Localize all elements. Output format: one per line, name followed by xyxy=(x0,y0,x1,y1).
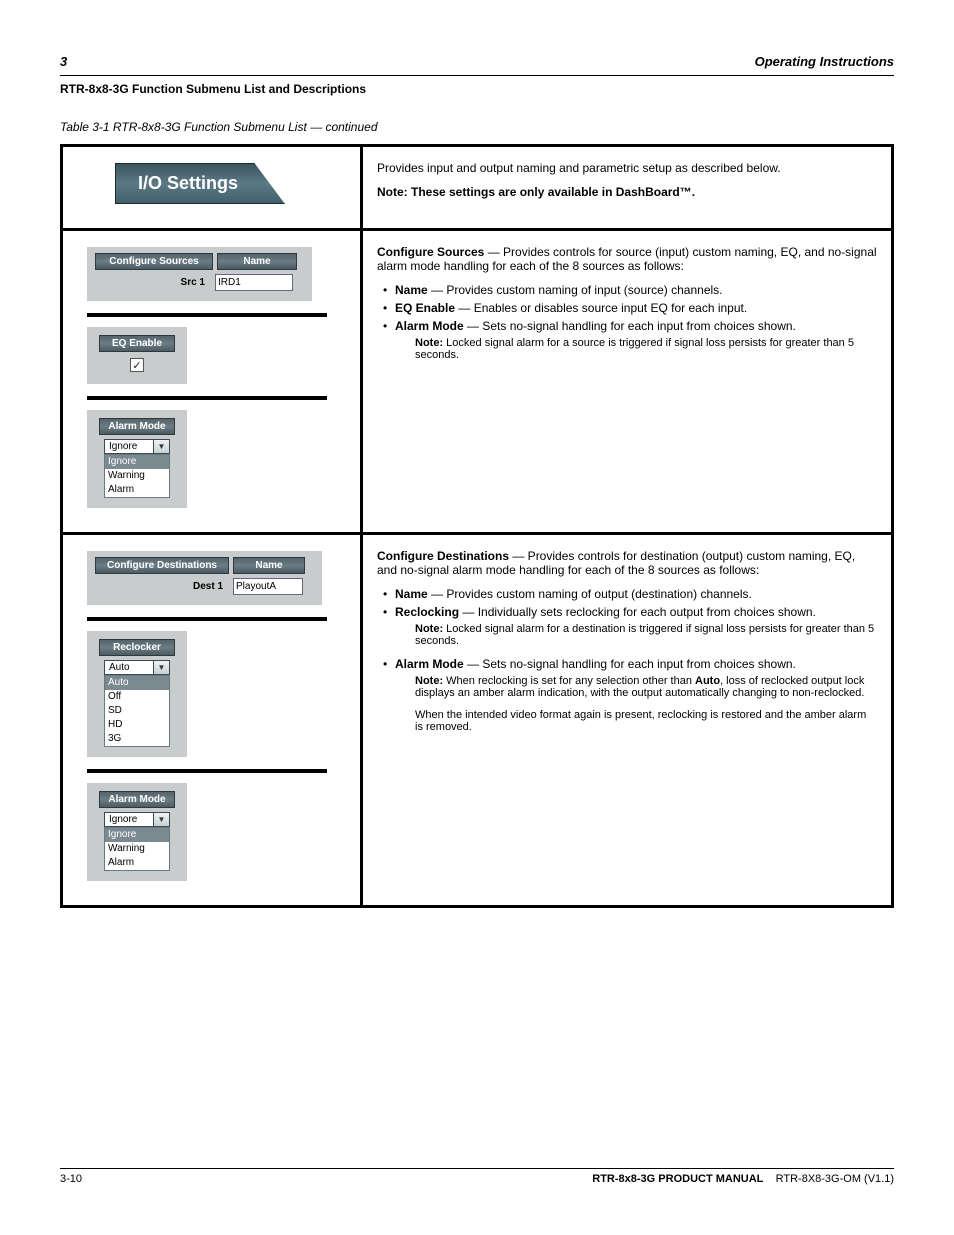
alarm-opt-ignore[interactable]: Ignore xyxy=(105,455,169,469)
separator xyxy=(87,769,327,773)
eq-enable-checkbox[interactable]: ✓ xyxy=(130,358,144,372)
io-desc-intro: Provides input and output naming and par… xyxy=(377,161,877,175)
cell-io-button: I/O Settings xyxy=(62,146,362,230)
reclocker-opt-sd[interactable]: SD xyxy=(105,704,169,718)
alarm-mode-src-dropdown[interactable]: Ignore ▼ xyxy=(104,439,170,454)
dest1-label: Dest 1 xyxy=(95,581,233,592)
dest-head: Configure Destinations xyxy=(377,549,509,563)
note-dest2: Note: When reclocking is set for any sel… xyxy=(415,675,877,699)
footer-pagenum: 3-10 xyxy=(60,1173,82,1185)
alarm-mode-src-options: Ignore Warning Alarm xyxy=(104,454,170,498)
alarm-dest-opt-ignore[interactable]: Ignore xyxy=(105,828,169,842)
separator xyxy=(87,617,327,621)
io-settings-button[interactable]: I/O Settings xyxy=(115,163,285,204)
bullet-eq-src: •EQ Enable — Enables or disables source … xyxy=(383,301,877,315)
alarm-opt-alarm[interactable]: Alarm xyxy=(105,483,169,497)
note-src: Note: Locked signal alarm for a source i… xyxy=(415,337,877,361)
reclocker-dropdown[interactable]: Auto ▼ xyxy=(104,660,170,675)
alarm-dest-opt-warning[interactable]: Warning xyxy=(105,842,169,856)
reclocker-value: Auto xyxy=(105,661,153,674)
cell-destinations-desc: Configure Destinations — Provides contro… xyxy=(362,533,893,906)
alarm-mode-dest-dropdown[interactable]: Ignore ▼ xyxy=(104,812,170,827)
chevron-down-icon: ▼ xyxy=(153,440,169,453)
panel-alarm-mode-src: Alarm Mode Ignore ▼ Ignore Warning Alarm xyxy=(87,410,187,508)
header-right: Operating Instructions xyxy=(755,54,894,69)
hdr-name-dest: Name xyxy=(233,557,305,574)
hdr-reclocker: Reclocker xyxy=(99,639,175,656)
hdr-configure-sources: Configure Sources xyxy=(95,253,213,270)
sources-head: Configure Sources xyxy=(377,245,484,259)
hdr-alarm-mode-dest: Alarm Mode xyxy=(99,791,175,808)
panel-eq-enable: EQ Enable ✓ xyxy=(87,327,187,384)
page-footer: 3-10 RTR-8x8-3G PRODUCT MANUAL RTR-8X8-3… xyxy=(60,1168,894,1185)
cell-sources-desc: Configure Sources — Provides controls fo… xyxy=(362,230,893,534)
header-left: 3 xyxy=(60,54,67,69)
bullet-name-dest: •Name — Provides custom naming of output… xyxy=(383,587,877,601)
reclocker-opt-off[interactable]: Off xyxy=(105,690,169,704)
footer-title: RTR-8x8-3G PRODUCT MANUAL xyxy=(592,1173,763,1185)
alarm-mode-dest-options: Ignore Warning Alarm xyxy=(104,827,170,871)
alarm-mode-src-value: Ignore xyxy=(105,440,153,453)
bullet-reclocking: •Reclocking — Individually sets reclocki… xyxy=(383,605,877,619)
reclocker-options: Auto Off SD HD 3G xyxy=(104,675,170,747)
hdr-configure-destinations: Configure Destinations xyxy=(95,557,229,574)
panel-configure-destinations: Configure Destinations Name Dest 1 xyxy=(87,551,322,605)
cell-sources: Configure Sources Name Src 1 EQ Enable ✓… xyxy=(62,230,362,534)
page-header: 3 Operating Instructions xyxy=(60,48,894,76)
panel-configure-sources: Configure Sources Name Src 1 xyxy=(87,247,312,301)
hdr-alarm-mode-src: Alarm Mode xyxy=(99,418,175,435)
io-desc-note: Note: These settings are only available … xyxy=(377,185,695,199)
alarm-dest-opt-alarm[interactable]: Alarm xyxy=(105,856,169,870)
dest1-name-input[interactable] xyxy=(233,578,303,595)
reclocker-opt-3g[interactable]: 3G xyxy=(105,732,169,746)
separator xyxy=(87,396,327,400)
src1-name-input[interactable] xyxy=(215,274,293,291)
cell-destinations: Configure Destinations Name Dest 1 Reclo… xyxy=(62,533,362,906)
alarm-mode-dest-value: Ignore xyxy=(105,813,153,826)
note-dest1: Note: Locked signal alarm for a destinat… xyxy=(415,623,877,647)
chapter-line: RTR-8x8-3G Function Submenu List and Des… xyxy=(60,82,894,96)
alarm-opt-warning[interactable]: Warning xyxy=(105,469,169,483)
settings-table: I/O Settings Provides input and output n… xyxy=(60,144,894,908)
reclocker-opt-hd[interactable]: HD xyxy=(105,718,169,732)
src1-label: Src 1 xyxy=(95,277,215,288)
panel-alarm-mode-dest: Alarm Mode Ignore ▼ Ignore Warning Alarm xyxy=(87,783,187,881)
cell-io-desc: Provides input and output naming and par… xyxy=(362,146,893,230)
bullet-alarm-src: •Alarm Mode — Sets no-signal handling fo… xyxy=(383,319,877,333)
hdr-eq-enable: EQ Enable xyxy=(99,335,175,352)
bullet-alarm-dest: •Alarm Mode — Sets no-signal handling fo… xyxy=(383,657,877,671)
hdr-name-src: Name xyxy=(217,253,297,270)
table-caption: Table 3-1 RTR-8x8-3G Function Submenu Li… xyxy=(60,120,894,134)
reclocker-opt-auto[interactable]: Auto xyxy=(105,676,169,690)
bullet-name-src: •Name — Provides custom naming of input … xyxy=(383,283,877,297)
separator xyxy=(87,313,327,317)
panel-reclocker: Reclocker Auto ▼ Auto Off SD HD 3G xyxy=(87,631,187,757)
chevron-down-icon: ▼ xyxy=(153,661,169,674)
footer-rev: RTR-8X8-3G-OM (V1.1) xyxy=(776,1173,894,1185)
note-dest3: When the intended video format again is … xyxy=(415,709,877,733)
chevron-down-icon: ▼ xyxy=(153,813,169,826)
